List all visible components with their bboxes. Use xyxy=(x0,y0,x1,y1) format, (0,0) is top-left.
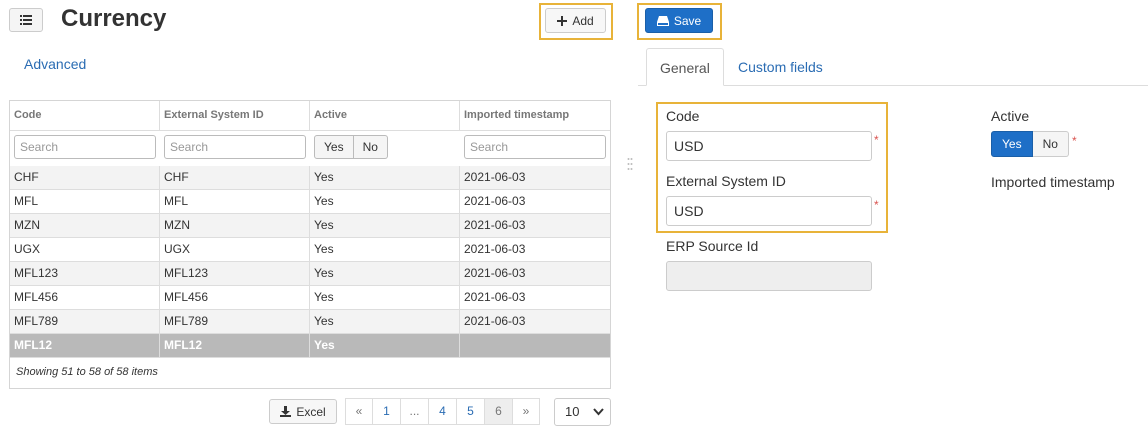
excel-button-label: Excel xyxy=(296,404,326,419)
table-cell-active: Yes xyxy=(310,286,460,309)
hdd-icon xyxy=(656,15,669,26)
table-cell-code: UGX xyxy=(10,238,160,261)
list-icon xyxy=(20,15,32,25)
table-cell-timestamp xyxy=(460,334,610,357)
table-cell-timestamp: 2021-06-03 xyxy=(464,314,526,328)
table-row[interactable]: MFL789 MFL789 Yes 2021-06-03 xyxy=(10,310,610,334)
table-cell-active: Yes xyxy=(310,190,460,213)
active-no-button[interactable]: No xyxy=(1032,131,1069,157)
pager-page-5[interactable]: 5 xyxy=(456,398,485,425)
active-filter-yes[interactable]: Yes xyxy=(314,135,354,159)
table-row[interactable]: CHF CHF Yes 2021-06-03 xyxy=(10,166,610,190)
pager-page-4[interactable]: 4 xyxy=(428,398,457,425)
erp-source-id-field xyxy=(666,261,872,291)
external-id-required-mark: * xyxy=(874,198,879,212)
table-cell-code: MZN xyxy=(10,214,160,237)
page-title: Currency xyxy=(61,5,167,32)
table-cell-active: Yes xyxy=(310,214,460,237)
table-cell-external: MFL12 xyxy=(160,334,310,357)
save-button-label: Save xyxy=(673,13,702,28)
table-cell-active: Yes xyxy=(310,238,460,261)
advanced-link[interactable]: Advanced xyxy=(24,56,86,72)
table-row[interactable]: MFL456 MFL456 Yes 2021-06-03 xyxy=(10,286,610,310)
table-cell-active: Yes xyxy=(310,166,460,189)
chevron-down-icon xyxy=(593,408,604,416)
table-row[interactable]: MFL12 MFL12 Yes xyxy=(10,334,610,358)
code-filter-input[interactable]: Search xyxy=(14,135,156,159)
active-toggle: Yes No xyxy=(991,131,1069,157)
grid-header: Code External System ID Active Imported … xyxy=(10,101,610,131)
erp-source-id-label: ERP Source Id xyxy=(666,238,759,254)
pager-page-1[interactable]: 1 xyxy=(372,398,401,425)
table-row[interactable]: MZN MZN Yes 2021-06-03 xyxy=(10,214,610,238)
table-cell-code: MFL789 xyxy=(10,310,160,333)
timestamp-filter-input[interactable]: Search xyxy=(464,135,606,159)
table-cell-code: CHF xyxy=(10,166,160,189)
column-header-imported-timestamp[interactable]: Imported timestamp xyxy=(460,101,610,130)
table-cell-external: MFL123 xyxy=(160,262,310,285)
active-label: Active xyxy=(991,108,1030,124)
table-cell-timestamp: 2021-06-03 xyxy=(464,170,526,184)
add-button-label: Add xyxy=(572,13,594,28)
active-filter-no[interactable]: No xyxy=(353,135,388,159)
table-cell-external: CHF xyxy=(160,166,310,189)
table-row[interactable]: MFL123 MFL123 Yes 2021-06-03 xyxy=(10,262,610,286)
external-id-label: External System ID xyxy=(666,173,786,189)
download-icon xyxy=(280,406,292,417)
column-header-active[interactable]: Active xyxy=(310,101,460,130)
table-cell-code: MFL12 xyxy=(10,334,160,357)
table-cell-active: Yes xyxy=(310,262,460,285)
pager-ellipsis[interactable]: ... xyxy=(400,398,429,425)
table-cell-timestamp: 2021-06-03 xyxy=(464,266,526,280)
table-cell-code: MFL456 xyxy=(10,286,160,309)
grid-footer-info: Showing 51 to 58 of 58 items xyxy=(16,366,158,378)
code-label: Code xyxy=(666,108,700,124)
active-required-mark: * xyxy=(1072,134,1077,148)
table-row[interactable]: MFL MFL Yes 2021-06-03 xyxy=(10,190,610,214)
external-id-field[interactable]: USD xyxy=(666,196,872,226)
column-header-code[interactable]: Code xyxy=(10,101,160,130)
table-cell-external: MZN xyxy=(160,214,310,237)
table-cell-active: Yes xyxy=(310,310,460,333)
table-cell-code: MFL123 xyxy=(10,262,160,285)
plus-icon xyxy=(557,15,568,26)
pane-splitter-handle[interactable] xyxy=(627,157,633,171)
table-cell-active: Yes xyxy=(310,334,460,357)
pager-first[interactable]: « xyxy=(345,398,373,425)
excel-export-button[interactable]: Excel xyxy=(269,399,337,424)
table-cell-code: MFL xyxy=(10,190,160,213)
add-button[interactable]: Add xyxy=(545,8,606,33)
filter-row: Search Search Yes No Search xyxy=(10,130,610,167)
currency-grid: Code External System ID Active Imported … xyxy=(9,100,611,389)
page-size-value: 10 xyxy=(565,404,580,419)
table-cell-timestamp: 2021-06-03 xyxy=(464,194,526,208)
table-row[interactable]: UGX UGX Yes 2021-06-03 xyxy=(10,238,610,262)
table-cell-timestamp: 2021-06-03 xyxy=(464,290,526,304)
page-size-select[interactable]: 10 xyxy=(554,398,611,426)
table-cell-timestamp: 2021-06-03 xyxy=(464,218,526,232)
code-required-mark: * xyxy=(874,133,879,147)
active-filter-toggle: Yes No xyxy=(314,135,388,159)
table-cell-external: UGX xyxy=(160,238,310,261)
imported-timestamp-label: Imported timestamp xyxy=(991,174,1115,190)
table-cell-external: MFL789 xyxy=(160,310,310,333)
pagination: « 1 ... 4 5 6 » xyxy=(345,398,540,425)
active-yes-button[interactable]: Yes xyxy=(991,131,1033,157)
pager-page-6[interactable]: 6 xyxy=(484,398,513,425)
table-cell-external: MFL456 xyxy=(160,286,310,309)
pager-last[interactable]: » xyxy=(512,398,540,425)
table-cell-timestamp: 2021-06-03 xyxy=(464,242,526,256)
external-id-filter-input[interactable]: Search xyxy=(164,135,306,159)
save-button[interactable]: Save xyxy=(645,8,713,33)
code-field[interactable]: USD xyxy=(666,131,872,161)
column-header-external-id[interactable]: External System ID xyxy=(160,101,310,130)
tab-custom-fields[interactable]: Custom fields xyxy=(725,48,836,86)
table-cell-external: MFL xyxy=(160,190,310,213)
tab-general[interactable]: General xyxy=(646,48,724,86)
menu-toggle-button[interactable] xyxy=(9,8,43,32)
